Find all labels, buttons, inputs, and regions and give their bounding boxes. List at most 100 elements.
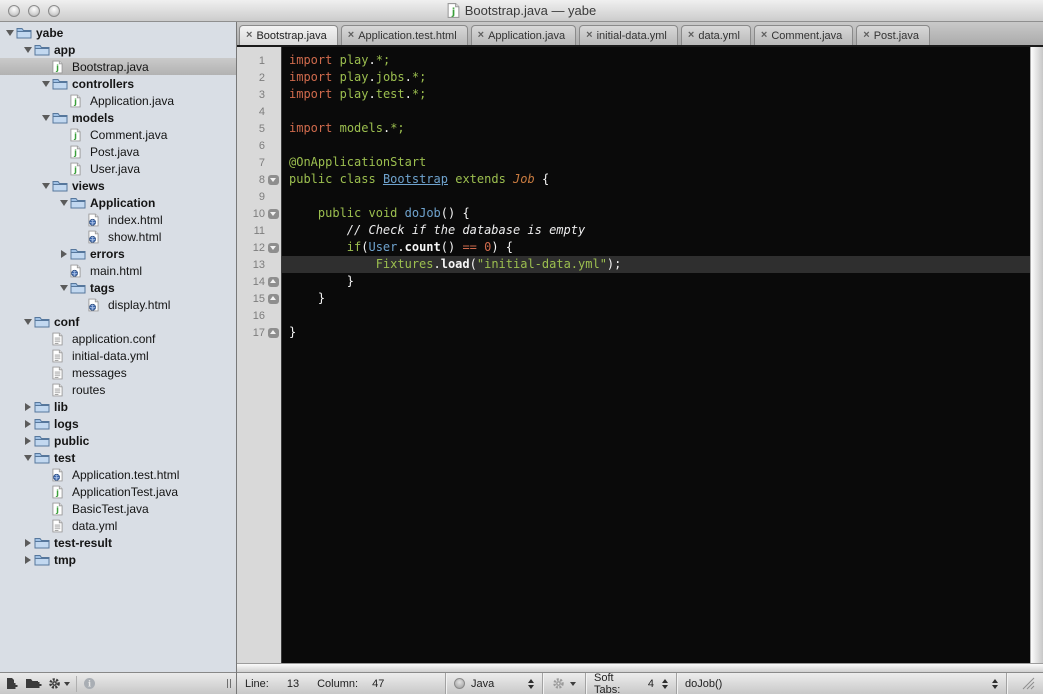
tree-file-application.test.html[interactable]: Application.test.html <box>0 466 236 483</box>
tree-file-show.html[interactable]: show.html <box>0 228 236 245</box>
code-line-14[interactable]: } <box>282 273 1030 290</box>
code-line-9[interactable] <box>282 188 1030 205</box>
disclosure-triangle-closed[interactable] <box>21 403 34 411</box>
horizontal-scrollbar[interactable] <box>237 663 1043 672</box>
tree-file-applicationtest.java[interactable]: jApplicationTest.java <box>0 483 236 500</box>
tree-folder-tmp[interactable]: tmp <box>0 551 236 568</box>
code-line-5[interactable]: import models.*; <box>282 120 1030 137</box>
fold-open-icon[interactable] <box>265 209 281 219</box>
disclosure-triangle-closed[interactable] <box>57 250 70 258</box>
code-line-15[interactable]: } <box>282 290 1030 307</box>
disclosure-triangle-open[interactable] <box>21 455 34 461</box>
close-tab-icon[interactable]: × <box>246 30 252 41</box>
drawer-resize-handle[interactable] <box>227 679 231 688</box>
disclosure-triangle-open[interactable] <box>39 81 52 87</box>
close-window-button[interactable] <box>8 5 20 17</box>
disclosure-triangle-open[interactable] <box>3 30 16 36</box>
code-line-3[interactable]: import play.test.*; <box>282 86 1030 103</box>
language-selector[interactable]: Java <box>446 673 542 694</box>
tree-file-routes[interactable]: routes <box>0 381 236 398</box>
code-line-8[interactable]: public class Bootstrap extends Job { <box>282 171 1030 188</box>
tree-folder-lib[interactable]: lib <box>0 398 236 415</box>
tree-file-basictest.java[interactable]: jBasicTest.java <box>0 500 236 517</box>
tree-folder-conf[interactable]: conf <box>0 313 236 330</box>
disclosure-triangle-open[interactable] <box>57 285 70 291</box>
add-folder-button[interactable] <box>25 677 42 690</box>
tab-data.yml[interactable]: ×data.yml <box>681 25 751 45</box>
disclosure-triangle-closed[interactable] <box>21 539 34 547</box>
code-line-10[interactable]: public void doJob() { <box>282 205 1030 222</box>
tree-file-bootstrap.java[interactable]: jBootstrap.java <box>0 58 236 75</box>
file-tree[interactable]: yabeappjBootstrap.javacontrollers jApplic… <box>0 22 236 672</box>
tree-file-display.html[interactable]: display.html <box>0 296 236 313</box>
goto-line-indicator[interactable]: Line: 13 Column: 47 <box>237 673 445 694</box>
tab-bootstrap.java[interactable]: ×Bootstrap.java <box>239 25 338 45</box>
close-tab-icon[interactable]: × <box>478 30 484 41</box>
tree-folder-models[interactable]: models <box>0 109 236 126</box>
minimize-window-button[interactable] <box>28 5 40 17</box>
tree-folder-app[interactable]: app <box>0 41 236 58</box>
line-number-gutter[interactable]: 1234567891011121314151617 <box>237 47 282 663</box>
close-tab-icon[interactable]: × <box>688 30 694 41</box>
disclosure-triangle-open[interactable] <box>39 115 52 121</box>
fold-open-icon[interactable] <box>265 243 281 253</box>
tree-folder-errors[interactable]: errors <box>0 245 236 262</box>
code-editor[interactable]: import play.*;import play.jobs.*;import … <box>282 47 1030 663</box>
code-line-2[interactable]: import play.jobs.*; <box>282 69 1030 86</box>
tab-application.java[interactable]: ×Application.java <box>471 25 577 45</box>
close-tab-icon[interactable]: × <box>586 30 592 41</box>
code-line-7[interactable]: @OnApplicationStart <box>282 154 1030 171</box>
soft-tabs-selector[interactable]: Soft Tabs: 4 <box>586 673 676 694</box>
fold-close-icon[interactable] <box>265 328 281 338</box>
disclosure-triangle-open[interactable] <box>39 183 52 189</box>
tree-file-index.html[interactable]: index.html <box>0 211 236 228</box>
tree-folder-test[interactable]: test <box>0 449 236 466</box>
code-line-6[interactable] <box>282 137 1030 154</box>
code-line-11[interactable]: // Check if the database is empty <box>282 222 1030 239</box>
tree-file-initial-data.yml[interactable]: initial-data.yml <box>0 347 236 364</box>
disclosure-triangle-closed[interactable] <box>21 437 34 445</box>
fold-close-icon[interactable] <box>265 294 281 304</box>
title-bar[interactable]: j Bootstrap.java — yabe <box>0 0 1043 22</box>
disclosure-triangle-open[interactable] <box>57 200 70 206</box>
fold-close-icon[interactable] <box>265 277 281 287</box>
tree-folder-tags[interactable]: tags <box>0 279 236 296</box>
zoom-window-button[interactable] <box>48 5 60 17</box>
tree-file-user.java[interactable]: jUser.java <box>0 160 236 177</box>
code-line-4[interactable] <box>282 103 1030 120</box>
disclosure-triangle-closed[interactable] <box>21 556 34 564</box>
tree-file-comment.java[interactable]: jComment.java <box>0 126 236 143</box>
tab-comment.java[interactable]: ×Comment.java <box>754 25 853 45</box>
code-line-12[interactable]: if(User.count() == 0) { <box>282 239 1030 256</box>
tab-post.java[interactable]: ×Post.java <box>856 25 930 45</box>
tab-initial-data.yml[interactable]: ×initial-data.yml <box>579 25 678 45</box>
tree-folder-views[interactable]: views <box>0 177 236 194</box>
close-tab-icon[interactable]: × <box>348 30 354 41</box>
tree-folder-logs[interactable]: logs <box>0 415 236 432</box>
close-tab-icon[interactable]: × <box>761 30 767 41</box>
disclosure-triangle-open[interactable] <box>21 319 34 325</box>
symbol-selector[interactable]: doJob() <box>677 673 1006 694</box>
tree-folder-application[interactable]: Application <box>0 194 236 211</box>
info-button[interactable]: i <box>83 677 96 690</box>
code-line-13[interactable]: Fixtures.load("initial-data.yml"); <box>282 256 1030 273</box>
new-file-button[interactable] <box>5 677 19 691</box>
tree-file-messages[interactable]: messages <box>0 364 236 381</box>
disclosure-triangle-open[interactable] <box>21 47 34 53</box>
bundle-gear-menu[interactable] <box>543 673 585 694</box>
tree-folder-controllers[interactable]: controllers <box>0 75 236 92</box>
vertical-scrollbar[interactable] <box>1030 47 1043 663</box>
tab-application.test.html[interactable]: ×Application.test.html <box>341 25 468 45</box>
disclosure-triangle-closed[interactable] <box>21 420 34 428</box>
tree-folder-public[interactable]: public <box>0 432 236 449</box>
tree-folder-yabe[interactable]: yabe <box>0 24 236 41</box>
close-tab-icon[interactable]: × <box>863 30 869 41</box>
drawer-gear-menu-button[interactable] <box>48 677 70 690</box>
tree-file-post.java[interactable]: jPost.java <box>0 143 236 160</box>
tree-file-main.html[interactable]: main.html <box>0 262 236 279</box>
code-line-17[interactable]: } <box>282 324 1030 341</box>
code-line-1[interactable]: import play.*; <box>282 52 1030 69</box>
window-resize-grip[interactable] <box>1007 673 1043 694</box>
tree-file-data.yml[interactable]: data.yml <box>0 517 236 534</box>
tree-folder-test-result[interactable]: test-result <box>0 534 236 551</box>
